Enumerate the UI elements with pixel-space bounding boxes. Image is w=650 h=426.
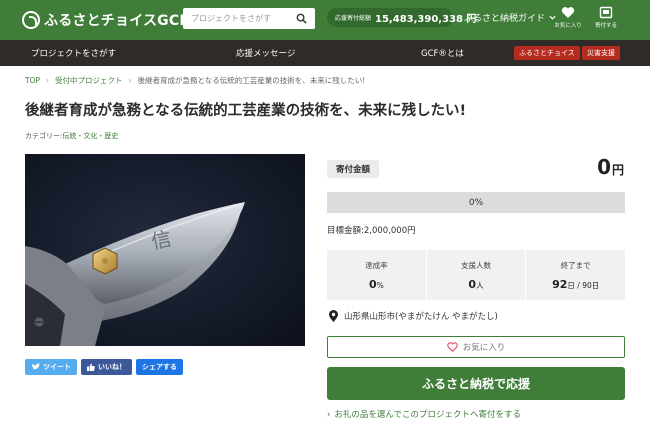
tweet-button[interactable]: ツイート bbox=[25, 359, 77, 375]
project-hero-image[interactable]: 信 bbox=[25, 154, 305, 346]
nav-item-about-gcf[interactable]: GCF®とは bbox=[421, 47, 464, 59]
category: カテゴリー:伝統・文化・歴史 bbox=[25, 131, 118, 141]
gift-box-icon bbox=[599, 6, 613, 19]
target-amount: 目標金額:2,000,000円 bbox=[327, 226, 416, 236]
donation-total-label: 応援寄付総額 bbox=[335, 15, 372, 22]
nav-item-messages[interactable]: 応援メッセージ bbox=[236, 47, 295, 59]
stat-label: 達成率 bbox=[365, 260, 388, 270]
donation-amount-unit: 円 bbox=[611, 163, 624, 177]
heart-icon bbox=[561, 7, 575, 18]
heart-outline-icon bbox=[447, 342, 458, 352]
tweet-label: ツイート bbox=[43, 363, 71, 371]
furusato-guide-menu[interactable]: ふるさと納税ガイド bbox=[464, 11, 556, 24]
stat-value: 0% bbox=[368, 277, 384, 291]
progress-text: 0% bbox=[468, 197, 484, 208]
location: 山形県山形市(やまがたけん やまがたし) bbox=[329, 310, 498, 322]
search-icon bbox=[296, 13, 307, 24]
stat-label: 終了まで bbox=[560, 260, 591, 270]
logo-mark-icon bbox=[22, 11, 40, 29]
chevron-right-icon: › bbox=[327, 410, 331, 420]
stats-panel: 達成率 0% 支援人数 0人 終了まで 92日 / 90日 bbox=[327, 250, 625, 300]
progress-bar: 0% bbox=[327, 192, 625, 213]
donation-total-badge: 応援寄付総額 15,483,390,338 円 bbox=[327, 8, 476, 27]
donation-total-value: 15,483,390,338 円 bbox=[375, 14, 477, 25]
stat-supporters: 支援人数 0人 bbox=[425, 250, 526, 300]
breadcrumb-active-projects[interactable]: 受付中プロジェクト bbox=[55, 75, 123, 86]
favorites-button[interactable]: お気に入り bbox=[554, 6, 582, 29]
page-title: 後継者育成が急務となる伝統的工芸産業の技術を、未来に残したい! bbox=[25, 103, 467, 119]
stat-value: 92日 / 90日 bbox=[552, 277, 600, 291]
stat-value: 0人 bbox=[468, 277, 484, 291]
share-buttons: ツイート いいね！ シェアする bbox=[25, 359, 183, 375]
donation-amount-label: 寄付金額 bbox=[327, 160, 380, 178]
donation-amount-number: 0 bbox=[597, 155, 611, 179]
logo-text: ふるさとチョイスGCF bbox=[44, 13, 190, 29]
top-header: ふるさとチョイスGCF 応援寄付総額 15,483,390,338 円 ふるさと… bbox=[0, 0, 650, 40]
like-button[interactable]: いいね！ bbox=[81, 359, 132, 375]
breadcrumb-current: 後継者育成が急務となる伝統的工芸産業の技術を、未来に残したい! bbox=[137, 76, 366, 85]
site-logo[interactable]: ふるさとチョイスGCF bbox=[22, 9, 189, 31]
like-label: いいね！ bbox=[98, 363, 126, 371]
twitter-bird-icon bbox=[31, 363, 40, 370]
gift-link-label: お礼の品を選んでこのプロジェクトへ寄付をする bbox=[334, 410, 521, 420]
nav-badge-disaster-support[interactable]: 災害支援 bbox=[582, 46, 620, 60]
search-button[interactable] bbox=[291, 9, 311, 29]
map-pin-icon bbox=[329, 310, 338, 322]
donate-button[interactable]: ふるさと納税で応援 bbox=[327, 367, 625, 400]
pruning-shears-illustration: 信 bbox=[25, 154, 305, 346]
stat-label: 支援人数 bbox=[461, 260, 491, 270]
search-box bbox=[183, 8, 315, 29]
favorites-label: お気に入り bbox=[554, 23, 582, 29]
add-favorite-button[interactable]: お気に入り bbox=[327, 336, 625, 358]
main-nav: プロジェクトをさがす 応援メッセージ GCF®とは ふるさとチョイス 災害支援 bbox=[0, 40, 650, 66]
donate-history-button[interactable]: 寄付する bbox=[592, 6, 620, 29]
category-link[interactable]: 伝統・文化・歴史 bbox=[62, 132, 118, 140]
search-input[interactable] bbox=[183, 9, 291, 28]
breadcrumb: TOP › 受付中プロジェクト › 後継者育成が急務となる伝統的工芸産業の技術を… bbox=[25, 75, 365, 86]
donation-amount-value: 0 円 bbox=[597, 155, 624, 179]
nav-badge-furusato-choice[interactable]: ふるさとチョイス bbox=[514, 46, 580, 60]
breadcrumb-top[interactable]: TOP bbox=[25, 76, 40, 85]
share-button[interactable]: シェアする bbox=[136, 359, 183, 375]
guide-label: ふるさと納税ガイド bbox=[464, 14, 546, 24]
breadcrumb-separator: › bbox=[128, 76, 132, 85]
nav-item-search-projects[interactable]: プロジェクトをさがす bbox=[31, 47, 116, 59]
thumbs-up-icon bbox=[87, 363, 95, 371]
stat-days-remaining: 終了まで 92日 / 90日 bbox=[525, 250, 625, 300]
category-label: カテゴリー: bbox=[25, 132, 63, 140]
breadcrumb-separator: › bbox=[46, 76, 50, 85]
donate-history-label: 寄付する bbox=[594, 23, 617, 29]
stat-achievement: 達成率 0% bbox=[327, 250, 426, 300]
gift-donation-link[interactable]: › お礼の品を選んでこのプロジェクトへ寄付をする bbox=[327, 408, 521, 420]
add-favorite-label: お気に入り bbox=[462, 343, 506, 353]
location-text: 山形県山形市(やまがたけん やまがたし) bbox=[344, 312, 498, 322]
share-label: シェアする bbox=[142, 363, 177, 371]
